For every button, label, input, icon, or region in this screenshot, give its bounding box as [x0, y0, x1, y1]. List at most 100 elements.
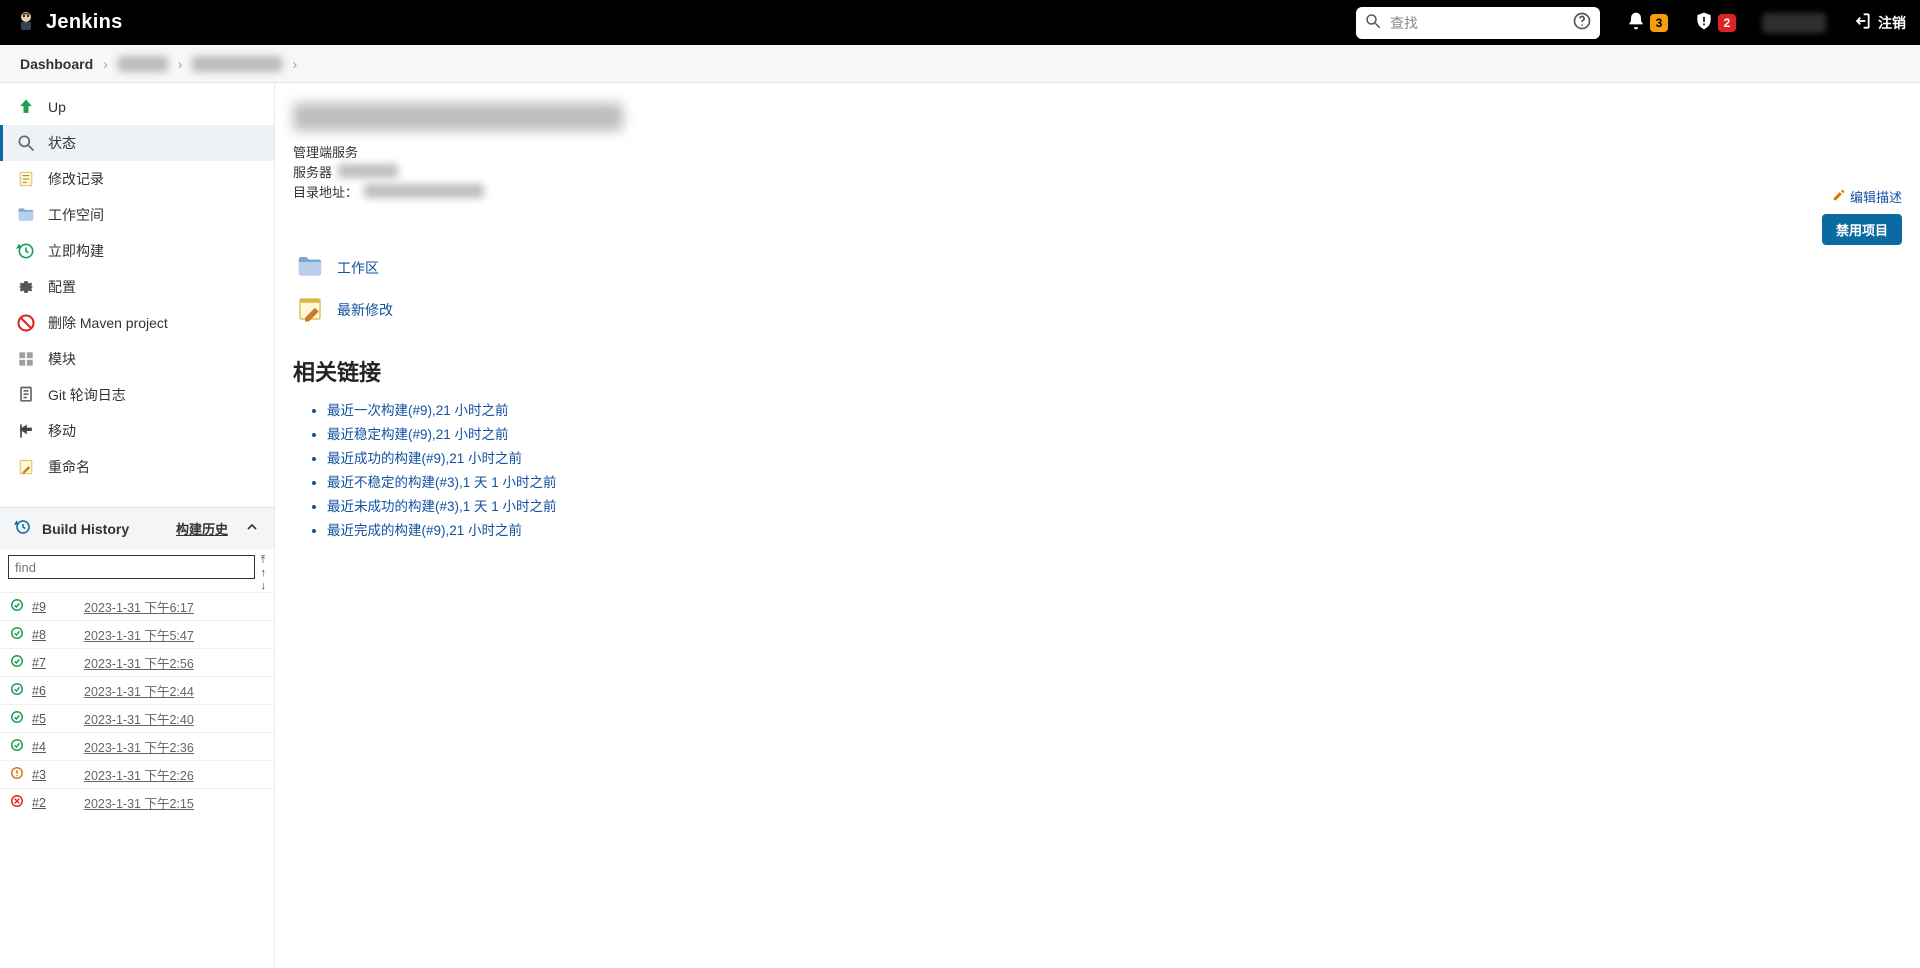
sidebar-item-label: 立即构建 [48, 241, 104, 261]
build-history-row[interactable]: #2 2023-1-31 下午2:15 [0, 788, 274, 816]
build-timestamp[interactable]: 2023-1-31 下午2:56 [66, 653, 194, 672]
workspace-link[interactable]: 工作区 [337, 258, 379, 278]
sidebar-item-move[interactable]: 移动 [0, 413, 274, 449]
scroll-up-icon[interactable]: ↑ [261, 568, 267, 579]
sidebar-item-label: Up [48, 99, 66, 115]
build-id[interactable]: #6 [32, 684, 58, 698]
build-status-icon [10, 738, 24, 755]
build-history-row[interactable]: #5 2023-1-31 下午2:40 [0, 704, 274, 732]
build-timestamp[interactable]: 2023-1-31 下午6:17 [66, 597, 194, 616]
scroll-down-icon[interactable]: ↓ [261, 581, 267, 592]
notepad-big-icon [293, 294, 327, 327]
sidebar-item-search[interactable]: 状态 [0, 125, 274, 161]
sidebar-item-module[interactable]: 模块 [0, 341, 274, 377]
up-icon [16, 97, 36, 117]
move-icon [16, 421, 36, 441]
build-id[interactable]: #4 [32, 740, 58, 754]
disable-project-button[interactable]: 禁用项目 [1822, 214, 1902, 245]
build-timestamp[interactable]: 2023-1-31 下午2:40 [66, 709, 194, 728]
module-icon [16, 349, 36, 369]
build-timestamp[interactable]: 2023-1-31 下午5:47 [66, 625, 194, 644]
build-status-icon [10, 654, 24, 671]
build-id[interactable]: #3 [32, 768, 58, 782]
perm-link[interactable]: 最近不稳定的构建(#3),1 天 1 小时之前 [327, 471, 1902, 491]
gear-icon [16, 277, 36, 297]
build-id[interactable]: #7 [32, 656, 58, 670]
sidebar-item-gear[interactable]: 配置 [0, 269, 274, 305]
latest-changes-link[interactable]: 最新修改 [337, 300, 393, 320]
sidebar-item-label: 工作空间 [48, 205, 104, 225]
history-icon [14, 518, 32, 539]
breadcrumb-item-redacted[interactable] [118, 56, 168, 72]
perm-link[interactable]: 最近完成的构建(#9),21 小时之前 [327, 519, 1902, 539]
breadcrumb-item-redacted[interactable] [192, 56, 282, 72]
breadcrumb-sep: › [103, 56, 108, 72]
build-id[interactable]: #8 [32, 628, 58, 642]
build-history-header: Build History 构建历史 [0, 507, 274, 549]
build-id[interactable]: #9 [32, 600, 58, 614]
sidebar-item-label: 状态 [48, 133, 76, 153]
build-timestamp[interactable]: 2023-1-31 下午2:36 [66, 737, 194, 756]
username-redacted [1762, 13, 1826, 33]
perm-link[interactable]: 最近成功的构建(#9),21 小时之前 [327, 447, 1902, 467]
sidebar-item-rename[interactable]: 重命名 [0, 449, 274, 485]
edit-description-link[interactable]: 编辑描述 [1832, 187, 1902, 206]
build-trend-link[interactable]: 构建历史 [176, 519, 228, 538]
perm-link[interactable]: 最近稳定构建(#9),21 小时之前 [327, 423, 1902, 443]
search-box[interactable] [1356, 7, 1600, 39]
logout-icon [1852, 11, 1872, 34]
build-history-list: #9 2023-1-31 下午6:17 #8 2023-1-31 下午5:47 #7 20… [0, 592, 274, 816]
sidebar-item-label: 修改记录 [48, 169, 104, 189]
logout-label: 注销 [1878, 13, 1906, 33]
security-button[interactable]: 2 [1694, 11, 1736, 34]
perm-link[interactable]: 最近未成功的构建(#3),1 天 1 小时之前 [327, 495, 1902, 515]
build-history-row[interactable]: #4 2023-1-31 下午2:36 [0, 732, 274, 760]
sidebar: Up 状态修改记录工作空间立即构建配置删除 Maven project模块Git … [0, 83, 275, 968]
desc-line2-label: 服务器 [293, 162, 332, 181]
build-id[interactable]: #2 [32, 796, 58, 810]
jenkins-logo[interactable]: Jenkins [14, 9, 123, 36]
notification-badge: 3 [1650, 14, 1668, 32]
build-timestamp[interactable]: 2023-1-31 下午2:44 [66, 681, 194, 700]
sidebar-item-delete[interactable]: 删除 Maven project [0, 305, 274, 341]
security-badge: 2 [1718, 14, 1736, 32]
breadcrumb: Dashboard › › › [0, 45, 1920, 83]
folder-big-icon [293, 252, 327, 285]
search-input[interactable] [1382, 15, 1572, 31]
bell-icon [1626, 11, 1646, 34]
poll-icon [16, 385, 36, 405]
sidebar-item-build[interactable]: 立即构建 [0, 233, 274, 269]
sidebar-item-folder[interactable]: 工作空间 [0, 197, 274, 233]
scroll-top-icon[interactable]: ⤒ [261, 555, 267, 566]
project-title-redacted [293, 103, 623, 131]
sidebar-item-changelog[interactable]: 修改记录 [0, 161, 274, 197]
build-history-row[interactable]: #3 2023-1-31 下午2:26 [0, 760, 274, 788]
build-timestamp[interactable]: 2023-1-31 下午2:15 [66, 793, 194, 812]
help-icon[interactable] [1572, 11, 1592, 34]
build-status-icon [10, 794, 24, 811]
perm-link[interactable]: 最近一次构建(#9),21 小时之前 [327, 399, 1902, 419]
chevron-up-icon[interactable] [238, 519, 260, 538]
build-history-scroll-arrows: ⤒ ↑ ↓ [261, 555, 267, 592]
build-id[interactable]: #5 [32, 712, 58, 726]
desc-line2-value-redacted [338, 164, 398, 178]
build-history-title: Build History [42, 521, 129, 537]
user-menu[interactable] [1762, 13, 1826, 33]
breadcrumb-dashboard[interactable]: Dashboard [20, 56, 93, 72]
build-history-row[interactable]: #9 2023-1-31 下午6:17 [0, 592, 274, 620]
logout-button[interactable]: 注销 [1852, 11, 1906, 34]
build-history-row[interactable]: #6 2023-1-31 下午2:44 [0, 676, 274, 704]
build-status-icon [10, 766, 24, 783]
build-history-row[interactable]: #8 2023-1-31 下午5:47 [0, 620, 274, 648]
folder-icon [16, 205, 36, 225]
build-history-row[interactable]: #7 2023-1-31 下午2:56 [0, 648, 274, 676]
sidebar-item-poll[interactable]: Git 轮询日志 [0, 377, 274, 413]
jenkins-logo-icon [14, 9, 38, 36]
build-timestamp[interactable]: 2023-1-31 下午2:26 [66, 765, 194, 784]
header: Jenkins 3 2 注销 [0, 0, 1920, 45]
sidebar-item-up[interactable]: Up [0, 89, 274, 125]
notification-button[interactable]: 3 [1626, 11, 1668, 34]
changelog-icon [16, 169, 36, 189]
build-history-filter-input[interactable] [8, 555, 255, 579]
build-status-icon [10, 626, 24, 643]
